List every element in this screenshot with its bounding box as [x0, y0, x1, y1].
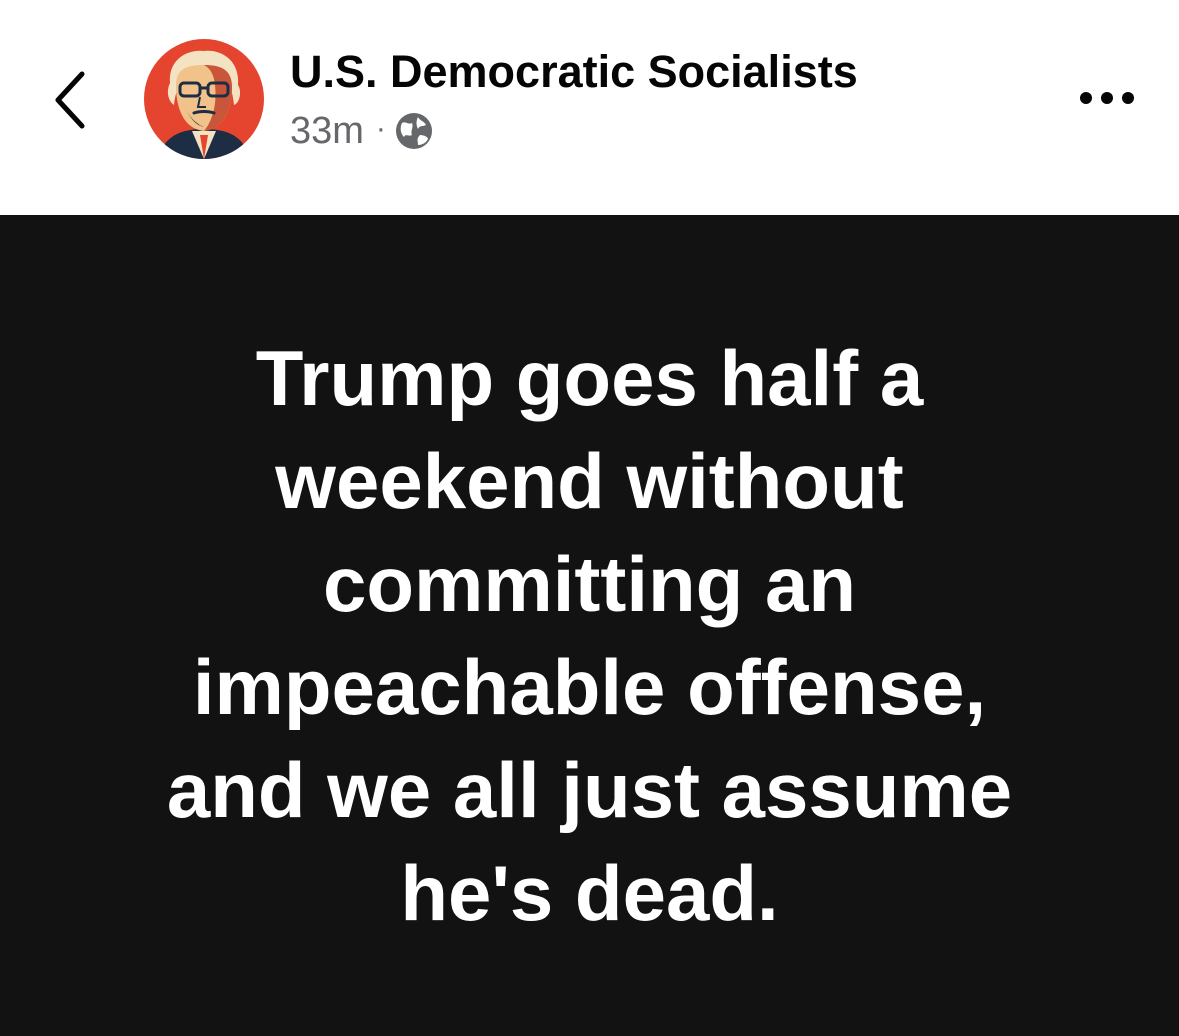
post-text-line: he's dead. [400, 849, 779, 937]
post-text-line: impeachable offense, [192, 643, 987, 731]
post-text-line: Trump goes half a [255, 334, 924, 422]
post-screen: U.S. Democratic Socialists 33m · Trump g… [0, 0, 1179, 1036]
back-button[interactable] [40, 62, 100, 138]
globe-icon [394, 111, 434, 151]
more-options-button[interactable] [1076, 80, 1138, 116]
avatar[interactable] [144, 39, 264, 159]
avatar-portrait-image [144, 39, 264, 159]
chevron-left-icon [55, 71, 85, 129]
post-text-line: committing an [322, 540, 856, 628]
post-text-line: weekend without [275, 437, 904, 525]
more-horizontal-icon [1080, 92, 1134, 104]
post-text-card: Trump goes half a weekend without commit… [0, 215, 1179, 1036]
meta-separator: · [375, 112, 386, 145]
post-meta: 33m · [290, 108, 434, 154]
post-timestamp[interactable]: 33m [290, 110, 364, 153]
page-name[interactable]: U.S. Democratic Socialists [290, 44, 858, 100]
post-text: Trump goes half a weekend without commit… [0, 327, 1179, 945]
post-header: U.S. Democratic Socialists 33m · [0, 0, 1179, 215]
post-text-line: and we all just assume [166, 746, 1013, 834]
